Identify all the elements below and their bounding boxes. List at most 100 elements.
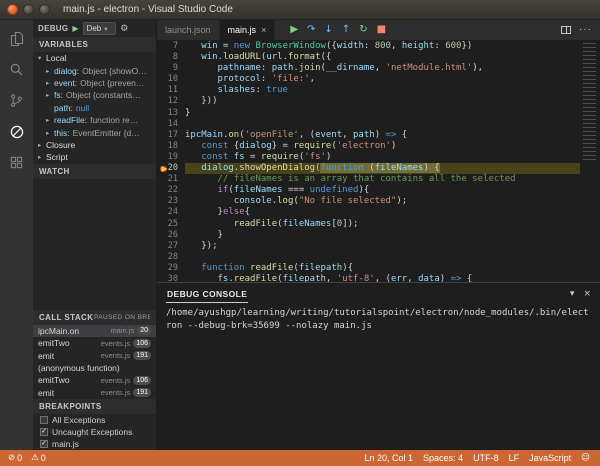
split-editor-icon[interactable]	[561, 26, 571, 34]
code-line-text[interactable]: }	[185, 108, 580, 119]
tab-debug-console[interactable]: DEBUG CONSOLE	[166, 285, 248, 303]
breakpoint-uncaught-exceptions[interactable]: ✓Uncaught Exceptions	[33, 426, 156, 438]
callstack-frame-emit[interactable]: emitevents.js191	[33, 349, 156, 361]
indentation-setting[interactable]: Spaces: 4	[423, 453, 463, 463]
line-number[interactable]: 8	[157, 52, 185, 63]
code-line-text[interactable]: const {dialog} = require('electron')	[185, 141, 580, 152]
code-line-text[interactable]: console.log("No file selected");	[185, 196, 580, 207]
code-line-text[interactable]: fs.readFile(filepath, 'utf-8', (err, dat…	[185, 274, 580, 282]
code-line-text[interactable]	[185, 119, 580, 130]
variable-this[interactable]: ▸this:EventEmitter {d…	[33, 126, 156, 138]
line-number[interactable]: 26	[157, 230, 185, 241]
variables-scope-closure[interactable]: ▸Closure	[33, 139, 156, 151]
callstack-frame-emittwo[interactable]: emitTwoevents.js106	[33, 374, 156, 386]
code-line-text[interactable]: ipcMain.on('openFile', (event, path) => …	[185, 130, 580, 141]
window-close-button[interactable]	[7, 4, 18, 15]
code-line-text[interactable]: // fileNames is an array that contains a…	[185, 174, 580, 185]
error-count[interactable]: ⊘ 0	[8, 453, 22, 463]
start-debugging-icon[interactable]: ▶	[72, 24, 78, 33]
variable-event[interactable]: ▸event:Object {preven…	[33, 77, 156, 89]
callstack-frame-emit[interactable]: emitevents.js191	[33, 387, 156, 399]
line-number[interactable]: 18	[157, 141, 185, 152]
encoding[interactable]: UTF-8	[473, 453, 499, 463]
code-line-text[interactable]: function readFile(filepath){	[185, 263, 580, 274]
language-mode[interactable]: JavaScript	[529, 453, 571, 463]
line-number[interactable]: 24	[157, 207, 185, 218]
activity-item-search[interactable]	[0, 54, 33, 85]
callstack-frame-emittwo[interactable]: emitTwoevents.js106	[33, 337, 156, 349]
line-number[interactable]: 27	[157, 241, 185, 252]
line-number[interactable]: 28	[157, 252, 185, 263]
debug-console-output[interactable]: /home/ayushgp/learning/writing/tutorials…	[157, 304, 600, 335]
line-number[interactable]: 22	[157, 185, 185, 196]
cursor-position[interactable]: Ln 20, Col 1	[365, 453, 414, 463]
debug-config-dropdown[interactable]: Deb ▾	[83, 22, 117, 35]
step-into-button[interactable]: ↓	[324, 25, 332, 35]
collapse-panel-icon[interactable]: ▾	[570, 289, 575, 299]
line-number[interactable]: 19	[157, 152, 185, 163]
line-number[interactable]: 23	[157, 196, 185, 207]
line-ending[interactable]: LF	[509, 453, 520, 463]
window-minimize-button[interactable]	[23, 4, 34, 15]
line-number[interactable]: 25	[157, 219, 185, 230]
callstack-frame-anonymous-function[interactable]: (anonymous function)	[33, 362, 156, 374]
step-out-button[interactable]: ↑	[342, 25, 350, 35]
code-line-text[interactable]: if(fileNames === undefined){	[185, 185, 580, 196]
line-number[interactable]: 30	[157, 274, 185, 282]
line-number[interactable]: 14	[157, 119, 185, 130]
tab-launch-json[interactable]: launch.json	[157, 20, 220, 40]
restart-button[interactable]: ↻	[359, 25, 367, 35]
warning-count[interactable]: ⚠ 0	[31, 453, 46, 463]
line-number[interactable]: 7	[157, 41, 185, 52]
close-panel-icon[interactable]: ×	[583, 289, 591, 299]
code-line-text[interactable]	[185, 252, 580, 263]
variable-readfile[interactable]: ▸readFile:function re…	[33, 114, 156, 126]
checkbox-unchecked[interactable]	[40, 416, 48, 424]
variables-section-header[interactable]: VARIABLES	[33, 37, 156, 52]
variable-dialog[interactable]: ▸dialog:Object {showO…	[33, 64, 156, 76]
activity-item-extensions[interactable]	[0, 147, 33, 178]
activity-item-explorer[interactable]	[0, 23, 33, 54]
line-number[interactable]: 10	[157, 74, 185, 85]
code-line-text[interactable]: protocol: 'file:',	[185, 74, 580, 85]
tab-main-js[interactable]: main.js×	[220, 20, 276, 40]
activity-item-source-control[interactable]	[0, 85, 33, 116]
line-number[interactable]: 12	[157, 96, 185, 107]
tab-close-icon[interactable]: ×	[261, 25, 266, 35]
configure-gear-icon[interactable]: ⚙	[120, 24, 128, 34]
line-number[interactable]: 29	[157, 263, 185, 274]
code-line-text[interactable]: pathname: path.join(__dirname, 'netModul…	[185, 63, 580, 74]
feedback-smiley-icon[interactable]: ☺	[581, 453, 590, 463]
code-line-text[interactable]: }else{	[185, 207, 580, 218]
code-line-text[interactable]: slashes: true	[185, 85, 580, 96]
checkbox-checked[interactable]: ✓	[40, 428, 48, 436]
code-line-text[interactable]: }))	[185, 96, 580, 107]
line-number[interactable]: 17	[157, 130, 185, 141]
activity-item-debug[interactable]	[0, 116, 33, 147]
code-line-text[interactable]: win = new BrowserWindow({width: 800, hei…	[185, 41, 580, 52]
variables-scope-script[interactable]: ▸Script	[33, 151, 156, 163]
code-line-text[interactable]: win.loadURL(url.format({	[185, 52, 580, 63]
code-editor[interactable]: 7 win = new BrowserWindow({width: 800, h…	[157, 40, 580, 282]
code-line-text[interactable]: });	[185, 241, 580, 252]
breakpoint-all-exceptions[interactable]: All Exceptions	[33, 414, 156, 426]
callstack-section-header[interactable]: CALL STACK PAUSED ON BREAKPO…	[33, 310, 156, 325]
line-number[interactable]: 20▶	[157, 163, 185, 174]
more-actions-icon[interactable]: ···	[579, 25, 592, 35]
code-line-text[interactable]: const fs = require('fs')	[185, 152, 580, 163]
breakpoints-section-header[interactable]: BREAKPOINTS	[33, 399, 156, 414]
line-number[interactable]: 13	[157, 108, 185, 119]
watch-section-header[interactable]: WATCH	[33, 164, 156, 179]
code-line-text[interactable]: dialog.showOpenDialog(function (fileName…	[185, 163, 580, 174]
step-over-button[interactable]: ↷	[307, 25, 315, 35]
code-line-text[interactable]: readFile(fileNames[0]);	[185, 219, 580, 230]
line-number[interactable]: 21	[157, 174, 185, 185]
variable-fs[interactable]: ▸fs:Object {constants…	[33, 89, 156, 101]
minimap[interactable]	[580, 40, 600, 282]
continue-button[interactable]: ▶	[290, 25, 298, 35]
variable-path[interactable]: path:null	[33, 102, 156, 114]
line-number[interactable]: 9	[157, 63, 185, 74]
callstack-frame-ipcmain-on[interactable]: ipcMain.onmain.js20	[33, 325, 156, 337]
line-number[interactable]: 11	[157, 85, 185, 96]
stop-button[interactable]: ■	[377, 25, 386, 35]
